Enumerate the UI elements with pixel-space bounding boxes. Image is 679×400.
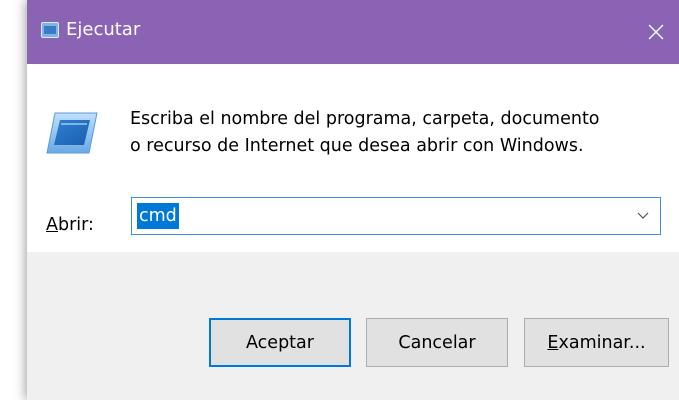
open-label-accelerator: A	[46, 215, 58, 235]
run-dialog: Ejecutar Escriba el nombre del programa,…	[27, 0, 679, 400]
description-line-2: o recurso de Internet que desea abrir co…	[130, 136, 584, 156]
close-button[interactable]	[633, 0, 679, 64]
open-input-value[interactable]: cmd	[137, 203, 179, 229]
window-title: Ejecutar	[66, 19, 141, 40]
chevron-down-icon	[637, 212, 649, 219]
open-label-text: brir:	[57, 215, 94, 235]
run-program-icon	[45, 111, 99, 155]
dialog-content: Escriba el nombre del programa, carpeta,…	[27, 64, 679, 252]
close-icon	[648, 24, 664, 40]
description-text: Escriba el nombre del programa, carpeta,…	[130, 106, 670, 160]
run-app-icon	[41, 22, 59, 38]
browse-label: xaminar...	[558, 332, 646, 353]
ok-button[interactable]: Aceptar	[209, 318, 351, 367]
button-bar: Aceptar Cancelar Examinar...	[27, 252, 679, 400]
cancel-button[interactable]: Cancelar	[366, 318, 508, 367]
screen: Ejecutar Escriba el nombre del programa,…	[0, 0, 679, 400]
title-bar[interactable]: Ejecutar	[27, 0, 679, 64]
browse-accelerator: E	[547, 332, 559, 353]
open-label: Abrir:	[46, 215, 94, 235]
open-combobox[interactable]: cmd	[131, 197, 661, 235]
browse-button[interactable]: Examinar...	[524, 318, 669, 367]
combo-dropdown-button[interactable]	[630, 198, 656, 234]
description-line-1: Escriba el nombre del programa, carpeta,…	[130, 109, 600, 129]
